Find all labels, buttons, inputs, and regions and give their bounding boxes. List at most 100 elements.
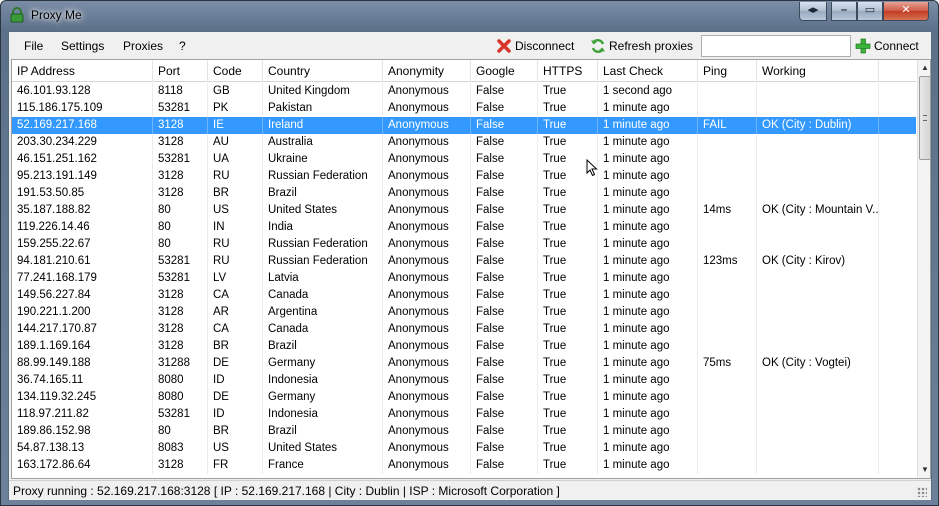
table-row[interactable]: 190.221.1.200 3128 AR Argentina Anonymous Fal… xyxy=(12,304,916,321)
vertical-scrollbar[interactable]: ▲ ▼ xyxy=(917,60,930,478)
table-row[interactable]: 159.255.22.67 80 RU Russian Federation Anony… xyxy=(12,236,916,253)
cell-working xyxy=(757,389,879,406)
maximize-button[interactable]: ▭ xyxy=(857,2,883,21)
cell-country: France xyxy=(263,457,383,474)
table-row[interactable]: 77.241.168.179 53281 LV Latvia Anonymous Fals… xyxy=(12,270,916,287)
cell-ip: 95.213.191.149 xyxy=(12,168,153,185)
column-header-anonymity[interactable]: Anonymity xyxy=(383,60,471,82)
table-row[interactable]: 35.187.188.82 80 US United States Anonymous F… xyxy=(12,202,916,219)
cell-working: OK (City : Mountain V... xyxy=(757,202,879,219)
table-row[interactable]: 95.213.191.149 3128 RU Russian Federation An… xyxy=(12,168,916,185)
table-row[interactable]: 88.99.149.188 31288 DE Germany Anonymous Fals… xyxy=(12,355,916,372)
cell-port: 53281 xyxy=(153,151,208,168)
column-header-ping[interactable]: Ping xyxy=(698,60,757,82)
cell-last-check: 1 minute ago xyxy=(598,100,698,117)
cell-https: True xyxy=(538,287,598,304)
table-row[interactable]: 118.97.211.82 53281 ID Indonesia Anonymous Fa… xyxy=(12,406,916,423)
cell-google: False xyxy=(471,270,538,287)
close-button[interactable]: ✕ xyxy=(883,2,929,21)
client-area: File Settings Proxies ? Disconnect Refre… xyxy=(8,31,932,500)
cell-ping xyxy=(698,219,757,236)
table-row[interactable]: 134.119.32.245 8080 DE Germany Anonymous Fals… xyxy=(12,389,916,406)
cell-anonymity: Anonymous xyxy=(383,406,471,423)
cell-ip: 35.187.188.82 xyxy=(12,202,153,219)
column-header-port[interactable]: Port xyxy=(153,60,208,82)
cell-anonymity: Anonymous xyxy=(383,100,471,117)
table-row[interactable]: 52.169.217.168 3128 IE Ireland Anonymous Fals… xyxy=(12,117,916,134)
column-header-last-check[interactable]: Last Check xyxy=(598,60,698,82)
cell-country: United States xyxy=(263,202,383,219)
cell-ip: 203.30.234.229 xyxy=(12,134,153,151)
cell-port: 8118 xyxy=(153,83,208,100)
column-header-https[interactable]: HTTPS xyxy=(538,60,598,82)
cell-code: CA xyxy=(208,287,263,304)
cell-last-check: 1 minute ago xyxy=(598,117,698,134)
title-bar[interactable]: Proxy Me ◂▸ – ▭ ✕ xyxy=(1,1,938,31)
table-row[interactable]: 144.217.170.87 3128 CA Canada Anonymous False… xyxy=(12,321,916,338)
resize-grip[interactable] xyxy=(917,487,927,497)
window-title: Proxy Me xyxy=(31,8,82,22)
disconnect-button[interactable]: Disconnect xyxy=(496,37,574,55)
cell-code: RU xyxy=(208,168,263,185)
cell-last-check: 1 minute ago xyxy=(598,440,698,457)
proxy-table[interactable]: IP Address Port Code Country Anonymity G… xyxy=(11,59,931,479)
cell-port: 3128 xyxy=(153,338,208,355)
refresh-proxies-button[interactable]: Refresh proxies xyxy=(590,37,693,55)
table-row[interactable]: 189.86.152.98 80 BR Brazil Anonymous False Tru… xyxy=(12,423,916,440)
table-row[interactable]: 119.226.14.46 80 IN India Anonymous False True… xyxy=(12,219,916,236)
cell-anonymity: Anonymous xyxy=(383,236,471,253)
menu-proxies[interactable]: Proxies xyxy=(123,39,163,53)
table-row[interactable]: 149.56.227.84 3128 CA Canada Anonymous False T… xyxy=(12,287,916,304)
table-row[interactable]: 203.30.234.229 3128 AU Australia Anonymous Fa… xyxy=(12,134,916,151)
cell-ip: 77.241.168.179 xyxy=(12,270,153,287)
cell-working xyxy=(757,100,879,117)
cell-google: False xyxy=(471,338,538,355)
table-row[interactable]: 36.74.165.11 8080 ID Indonesia Anonymous Fals… xyxy=(12,372,916,389)
cell-port: 53281 xyxy=(153,100,208,117)
column-header-code[interactable]: Code xyxy=(208,60,263,82)
cell-port: 80 xyxy=(153,423,208,440)
cell-anonymity: Anonymous xyxy=(383,440,471,457)
cell-google: False xyxy=(471,100,538,117)
cell-last-check: 1 minute ago xyxy=(598,304,698,321)
table-row[interactable]: 46.101.93.128 8118 GB United Kingdom Anonymo… xyxy=(12,83,916,100)
cell-code: BR xyxy=(208,338,263,355)
scroll-thumb[interactable] xyxy=(919,76,930,160)
cell-port: 3128 xyxy=(153,304,208,321)
column-header-google[interactable]: Google xyxy=(471,60,538,82)
cell-ping xyxy=(698,100,757,117)
table-row[interactable]: 115.186.175.109 53281 PK Pakistan Anonymous F… xyxy=(12,100,916,117)
column-header-working[interactable]: Working xyxy=(757,60,879,82)
table-row[interactable]: 191.53.50.85 3128 BR Brazil Anonymous False Tr… xyxy=(12,185,916,202)
cell-working xyxy=(757,440,879,457)
cell-google: False xyxy=(471,236,538,253)
connect-button[interactable]: Connect xyxy=(855,37,919,55)
mouse-cursor-icon xyxy=(586,159,598,177)
table-row[interactable]: 46.151.251.162 53281 UA Ukraine Anonymous Fal… xyxy=(12,151,916,168)
cell-ip: 88.99.149.188 xyxy=(12,355,153,372)
cell-ip: 46.151.251.162 xyxy=(12,151,153,168)
cell-country: Russian Federation xyxy=(263,236,383,253)
column-header-country[interactable]: Country xyxy=(263,60,383,82)
cell-working xyxy=(757,423,879,440)
aero-snap-button[interactable]: ◂▸ xyxy=(799,2,827,21)
cell-code: ID xyxy=(208,406,263,423)
minimize-button[interactable]: – xyxy=(831,2,857,21)
cell-https: True xyxy=(538,253,598,270)
menu-file[interactable]: File xyxy=(24,39,43,53)
scroll-down-arrow[interactable]: ▼ xyxy=(919,463,930,477)
cell-country: Argentina xyxy=(263,304,383,321)
cell-google: False xyxy=(471,440,538,457)
search-input[interactable] xyxy=(701,35,851,57)
cell-port: 3128 xyxy=(153,287,208,304)
menu-help[interactable]: ? xyxy=(179,39,186,53)
table-row[interactable]: 163.172.86.64 3128 FR France Anonymous False T… xyxy=(12,457,916,474)
column-header-ip[interactable]: IP Address xyxy=(12,60,153,82)
scroll-up-arrow[interactable]: ▲ xyxy=(919,61,930,75)
table-row[interactable]: 189.1.169.164 3128 BR Brazil Anonymous False T… xyxy=(12,338,916,355)
menu-settings[interactable]: Settings xyxy=(61,39,104,53)
table-row[interactable]: 94.181.210.61 53281 RU Russian Federation An… xyxy=(12,253,916,270)
cell-working xyxy=(757,219,879,236)
cell-ping xyxy=(698,151,757,168)
table-row[interactable]: 54.87.138.13 8083 US United States Anonymous… xyxy=(12,440,916,457)
